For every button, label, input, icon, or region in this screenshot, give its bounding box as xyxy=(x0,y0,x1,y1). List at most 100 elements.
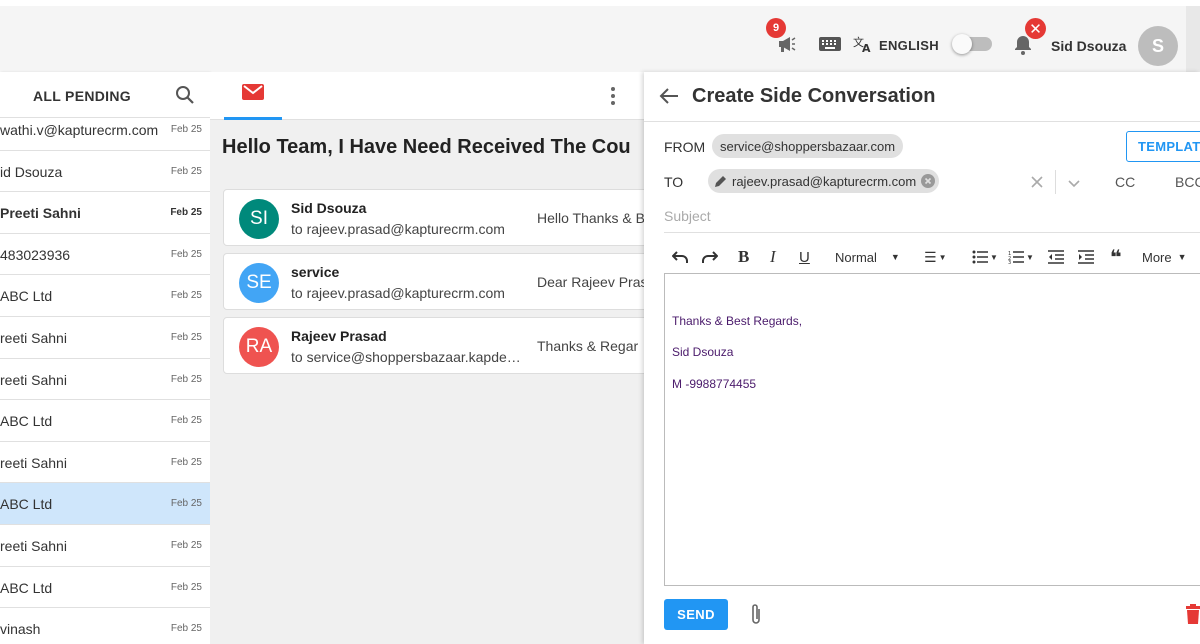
list-item-name: id Dsouza xyxy=(0,163,63,180)
list-item-date: Feb 25 xyxy=(170,331,202,343)
language-selector[interactable]: ENGLISH xyxy=(879,38,939,53)
from-label: FROM xyxy=(664,139,706,155)
list-item-date: Feb 25 xyxy=(170,290,202,302)
align-icon[interactable]: ☰ ▼ xyxy=(924,238,946,276)
caret-down-icon: ▼ xyxy=(1177,252,1187,262)
svg-text:3: 3 xyxy=(1008,260,1011,264)
format-dropdown-label: Normal xyxy=(835,249,877,265)
scroll-edge xyxy=(1186,6,1200,78)
attachment-icon[interactable] xyxy=(749,603,763,632)
cc-button[interactable]: CC xyxy=(1115,174,1135,190)
keyboard-icon[interactable] xyxy=(819,36,841,52)
mail-icon xyxy=(242,84,264,105)
toggle-knob xyxy=(952,34,972,54)
italic-icon[interactable]: I xyxy=(770,238,776,276)
back-arrow-icon[interactable] xyxy=(658,85,680,112)
avatar: RA xyxy=(239,327,279,367)
translate-icon[interactable]: 文A xyxy=(853,35,873,53)
format-dropdown[interactable]: Normal ▼ xyxy=(835,238,900,276)
list-item-name: reeti Sahni xyxy=(0,537,67,554)
list-item[interactable]: reeti Sahni Feb 25 xyxy=(0,317,210,359)
conversation-tabs xyxy=(210,72,644,120)
avatar: SE xyxy=(239,263,279,303)
avatar: SI xyxy=(239,199,279,239)
message-editor[interactable]: Thanks & Best Regards, Sid Dsouza M -99887… xyxy=(664,273,1200,586)
list-item[interactable]: ABC Ltd Feb 25 xyxy=(0,567,210,609)
list-item-name: ABC Ltd xyxy=(0,496,53,513)
list-item-date: Feb 25 xyxy=(170,415,202,427)
quote-icon[interactable]: ❝ xyxy=(1110,238,1122,276)
list-item[interactable]: 483023936 Feb 25 xyxy=(0,234,210,276)
avatar[interactable]: S xyxy=(1138,26,1178,66)
list-item-name: reeti Sahni xyxy=(0,454,67,471)
list-item[interactable]: id Dsouza Feb 25 xyxy=(0,151,210,193)
conversation-panel: Hello Team, I Have Need Received The Cou… xyxy=(210,72,653,644)
more-options-icon[interactable] xyxy=(610,86,616,111)
undo-icon[interactable] xyxy=(672,238,688,276)
redo-icon[interactable] xyxy=(702,238,718,276)
signature-line: Thanks & Best Regards, xyxy=(672,314,803,328)
delete-icon[interactable] xyxy=(1185,604,1200,629)
chevron-down-icon[interactable] xyxy=(1067,176,1081,194)
list-item-date: Feb 25 xyxy=(170,623,202,635)
thread-preview: Thanks & Regar xyxy=(537,338,639,354)
list-item[interactable]: reeti Sahni Feb 25 xyxy=(0,359,210,401)
list-item-name: 483023936 xyxy=(0,246,71,263)
thread-recipient: to rajeev.prasad@kapturecrm.com xyxy=(291,285,505,301)
bcc-button[interactable]: BCC xyxy=(1175,174,1200,190)
templates-button[interactable]: TEMPLATES xyxy=(1126,131,1200,162)
thread-preview: Hello Thanks & B xyxy=(537,210,645,226)
to-label: TO xyxy=(664,174,684,190)
list-item-name: vinash xyxy=(0,621,41,638)
svg-text:A: A xyxy=(862,42,871,53)
list-item-name: reeti Sahni xyxy=(0,371,67,388)
list-item[interactable]: ABC Ltd Feb 25 xyxy=(0,483,210,525)
bold-icon[interactable]: B xyxy=(738,238,749,276)
panel-title: Create Side Conversation xyxy=(692,85,936,107)
pencil-icon[interactable] xyxy=(714,175,727,188)
list-item[interactable]: Preeti Sahni Feb 25 xyxy=(0,192,210,234)
more-dropdown[interactable]: More ▼ xyxy=(1142,238,1187,276)
bullet-list-icon[interactable]: ▼ xyxy=(972,238,998,276)
list-item-name: reeti Sahni xyxy=(0,329,67,346)
notification-count-badge: 9 xyxy=(766,18,786,38)
from-chip[interactable]: service@shoppersbazaar.com xyxy=(712,134,904,158)
clear-icon[interactable] xyxy=(1030,175,1044,194)
numbered-list-icon[interactable]: 1 2 3 ▼ xyxy=(1008,238,1034,276)
signature-line: M -9988774455 xyxy=(672,377,757,391)
thread-card[interactable]: SI Sid Dsouza to rajeev.prasad@kapturecrm.… xyxy=(223,189,653,246)
side-conversation-header: Create Side Conversation xyxy=(644,72,1200,122)
thread-recipient: to service@shoppersbazaar.kapdesk.com xyxy=(291,349,523,365)
list-item[interactable]: reeti Sahni Feb 25 xyxy=(0,525,210,567)
theme-toggle[interactable] xyxy=(952,34,992,54)
subject-input[interactable]: Subject xyxy=(664,208,711,224)
indent-icon[interactable] xyxy=(1078,238,1094,276)
caret-down-icon: ▼ xyxy=(890,252,900,262)
thread-sender: Sid Dsouza xyxy=(291,200,367,216)
top-bar: 9 文A ENGLISH ✕ Sid Dsouza S xyxy=(0,0,1200,78)
thread-card[interactable]: RA Rajeev Prasad to service@shoppersbazaar… xyxy=(223,317,653,374)
conversation-subject: Hello Team, I Have Need Received The Cou xyxy=(222,136,631,158)
list-item[interactable]: vinash Feb 25 xyxy=(0,608,210,644)
list-item[interactable]: reeti Sahni Feb 25 xyxy=(0,442,210,484)
search-icon[interactable] xyxy=(175,85,195,110)
underline-icon[interactable]: U xyxy=(799,238,810,276)
tab-email[interactable] xyxy=(224,72,282,120)
user-name[interactable]: Sid Dsouza xyxy=(1051,38,1126,54)
outdent-icon[interactable] xyxy=(1048,238,1064,276)
list-item-date: Feb 25 xyxy=(170,373,202,385)
remove-chip-icon[interactable] xyxy=(921,174,936,188)
thread-card[interactable]: SE service to rajeev.prasad@kapturecrm.com… xyxy=(223,253,653,310)
list-item-date: Feb 25 xyxy=(170,581,202,593)
bell-icon[interactable] xyxy=(1014,35,1032,55)
list-item-date: Feb 25 xyxy=(170,248,202,260)
side-conversation-panel: Create Side Conversation FROM service@sh… xyxy=(644,72,1200,644)
list-item[interactable]: ABC Ltd Feb 25 xyxy=(0,275,210,317)
send-button[interactable]: SEND xyxy=(664,599,728,630)
editor-toolbar: B I U Normal ▼ ☰ ▼ ▼ 1 2 3 ▼ ❝ More ▼ xyxy=(664,238,1200,276)
list-item[interactable]: ABC Ltd Feb 25 xyxy=(0,400,210,442)
to-chip[interactable]: rajeev.prasad@kapturecrm.com xyxy=(708,169,940,193)
list-item-name: ABC Ltd xyxy=(0,579,53,596)
list-item-name: ABC Ltd xyxy=(0,413,53,430)
ticket-list-title[interactable]: ALL PENDING xyxy=(33,88,131,104)
